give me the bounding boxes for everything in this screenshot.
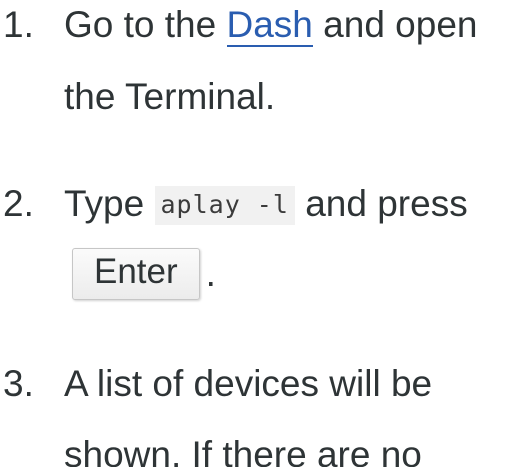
- command-code: aplay -l: [154, 186, 295, 225]
- step-text-line: Type aplay -l and press: [64, 184, 468, 225]
- step-text: and press: [294, 183, 468, 224]
- step-text-line: shown. If there are no: [64, 434, 422, 467]
- dash-link[interactable]: Dash: [226, 4, 313, 47]
- step-number: 3.: [3, 363, 34, 404]
- step-text-line: A list of devices will be: [64, 363, 433, 404]
- step-number: 1.: [3, 4, 34, 45]
- step-text: Go to the: [64, 4, 227, 45]
- list-item: 3. A list of devices will be shown. If t…: [0, 364, 526, 467]
- enter-key: Enter: [72, 248, 200, 300]
- step-text: and open: [312, 4, 478, 45]
- list-item: 2. Type aplay -l and press Enter.: [0, 184, 526, 314]
- list-item: 1. Go to the Dash and open the Terminal.: [0, 4, 526, 135]
- step-text: .: [205, 253, 216, 294]
- step-text: Type: [64, 183, 155, 224]
- step-text-line: Go to the Dash and open: [64, 4, 478, 47]
- step-number: 2.: [3, 183, 34, 224]
- step-text-line: Enter.: [72, 248, 216, 300]
- step-text-line: the Terminal.: [64, 76, 276, 117]
